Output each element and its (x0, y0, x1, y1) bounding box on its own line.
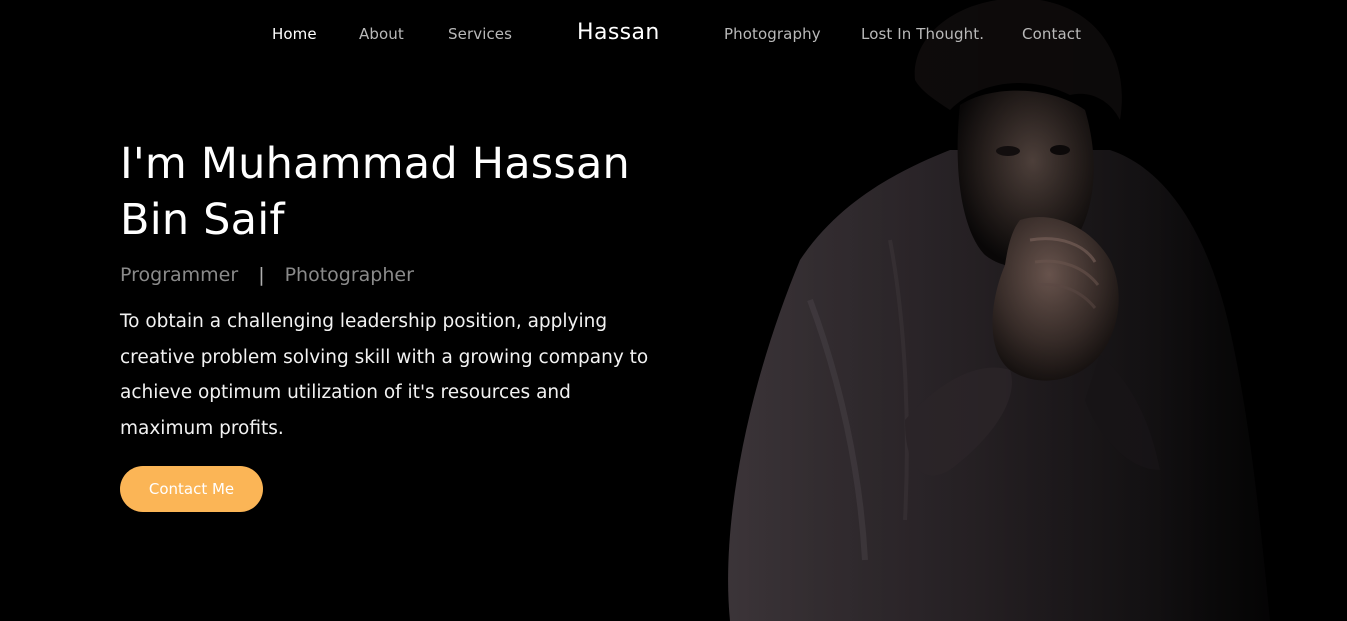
hero-title: I'm Muhammad Hassan Bin Saif (120, 136, 680, 248)
nav-photography-link[interactable]: Photography (724, 25, 821, 43)
hero-section: I'm Muhammad Hassan Bin Saif Programmer |… (120, 136, 680, 512)
role-separator: | (258, 264, 265, 286)
nav-services-link[interactable]: Services (448, 25, 512, 43)
brand-logo-text[interactable]: Hassan (577, 20, 660, 45)
portrait-photo-icon (690, 0, 1347, 621)
contact-me-button[interactable]: Contact Me (120, 466, 263, 512)
hero-title-line-1: I'm Muhammad Hassan (120, 139, 630, 189)
hero-summary: To obtain a challenging leadership posit… (120, 311, 649, 439)
role-photographer: Photographer (284, 264, 414, 286)
role-programmer: Programmer (120, 264, 239, 286)
roles-line: Programmer | Photographer (120, 264, 680, 286)
nav-contact-link[interactable]: Contact (1022, 25, 1081, 43)
hero-portrait (690, 0, 1347, 621)
page: Home About Services Hassan Photography L… (0, 0, 1347, 621)
nav-lost-in-thought-link[interactable]: Lost In Thought. (861, 25, 984, 43)
nav-home-link[interactable]: Home (272, 25, 317, 43)
top-navigation: Home About Services Hassan Photography L… (0, 0, 1347, 70)
hero-title-line-2: Bin Saif (120, 195, 285, 245)
nav-about-link[interactable]: About (359, 25, 404, 43)
